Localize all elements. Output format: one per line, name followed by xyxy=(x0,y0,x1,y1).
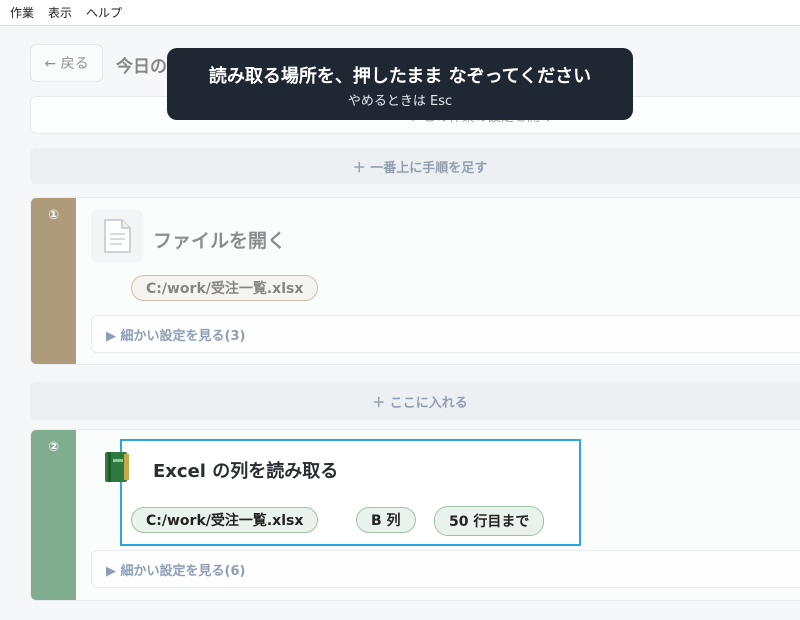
details-toggle-2[interactable]: ▶ 細かい設定を見る(6) xyxy=(91,550,800,588)
step-title-1: ファイルを開く xyxy=(153,230,287,252)
menu-view[interactable]: 表示 xyxy=(48,4,72,21)
file-path-chip[interactable]: C:/work/受注一覧.xlsx xyxy=(131,275,319,301)
tooltip-sub-text: やめるときは Esc xyxy=(347,94,453,109)
step-card-1[interactable]: ① ファイルを開く C:/work/受注一覧.xlsx ▶ 細かい設定を見る(3… xyxy=(30,197,800,365)
instruction-tooltip: 読み取る場所を、押したまま なぞってください やめるときは Esc xyxy=(167,48,633,120)
add-step-top-button[interactable]: ＋ 一番上に手順を足す xyxy=(30,148,800,184)
menu-help[interactable]: ヘルプ xyxy=(86,4,122,21)
menu-work[interactable]: 作業 xyxy=(10,4,34,21)
row-limit-chip[interactable]: 50 行目まで xyxy=(434,506,545,536)
column-chip[interactable]: B 列 xyxy=(356,507,416,533)
document-icon xyxy=(91,210,143,262)
excel-book-icon xyxy=(91,442,143,492)
selection-highlight: Excel の列を読み取る C:/work/受注一覧.xlsx B 列 50 行… xyxy=(105,439,581,546)
step-title-2: Excel の列を読み取る xyxy=(153,461,339,482)
file-path-chip-2[interactable]: C:/work/受注一覧.xlsx xyxy=(131,507,319,533)
menu-bar: 作業 表示 ヘルプ xyxy=(0,0,800,26)
details-toggle-1[interactable]: ▶ 細かい設定を見る(3) xyxy=(91,315,800,353)
step-number-2: ② xyxy=(31,430,76,600)
step-number-1: ① xyxy=(31,198,76,364)
insert-here-button[interactable]: ＋ ここに入れる xyxy=(30,382,800,420)
back-button[interactable]: ← 戻る xyxy=(30,44,103,82)
tooltip-main-text: 読み取る場所を、押したまま なぞってください xyxy=(208,66,592,87)
